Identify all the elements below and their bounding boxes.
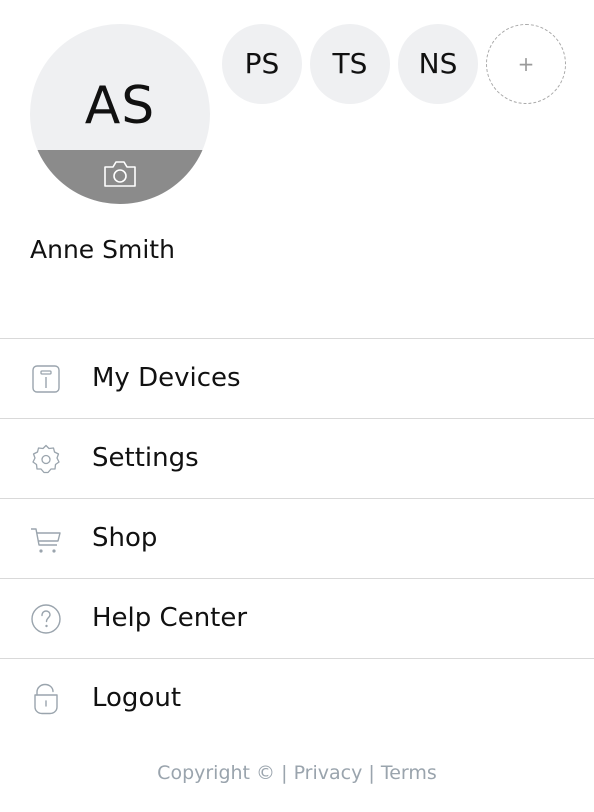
family-member-avatar[interactable]: TS — [310, 24, 390, 104]
camera-icon[interactable] — [102, 159, 138, 189]
privacy-link[interactable]: Privacy — [294, 762, 363, 784]
copyright-text: Copyright © — [157, 762, 276, 784]
device-icon — [32, 365, 60, 393]
footer: Copyright © | Privacy | Terms — [0, 760, 594, 786]
terms-link[interactable]: Terms — [381, 762, 437, 784]
menu-item-label: Logout — [92, 683, 182, 713]
family-member-avatar[interactable]: NS — [398, 24, 478, 104]
profile-avatar-initials: AS — [84, 76, 156, 136]
profile-avatar[interactable]: AS — [30, 24, 210, 204]
menu-item-help-center[interactable]: Help Center — [0, 578, 594, 658]
unlock-icon — [34, 683, 58, 715]
account-menu-page: AS PS TS NS + Anne Smith My Devices Sett… — [0, 0, 594, 812]
menu-item-settings[interactable]: Settings — [0, 418, 594, 498]
menu-item-label: Help Center — [92, 603, 248, 633]
add-family-member-button[interactable]: + — [486, 24, 566, 104]
footer-separator: | — [368, 762, 375, 784]
menu-item-logout[interactable]: Logout — [0, 658, 594, 739]
help-icon — [31, 604, 61, 634]
footer-separator: | — [281, 762, 288, 784]
menu-item-label: Shop — [92, 523, 158, 553]
cart-icon — [31, 528, 61, 553]
account-menu: My Devices Settings Shop Help Center Log… — [0, 338, 594, 739]
gear-icon — [32, 444, 60, 474]
menu-item-label: Settings — [92, 443, 199, 473]
menu-item-label: My Devices — [92, 363, 241, 393]
menu-item-shop[interactable]: Shop — [0, 498, 594, 578]
menu-item-my-devices[interactable]: My Devices — [0, 338, 594, 418]
family-member-avatar[interactable]: PS — [222, 24, 302, 104]
user-name: Anne Smith — [30, 235, 175, 264]
